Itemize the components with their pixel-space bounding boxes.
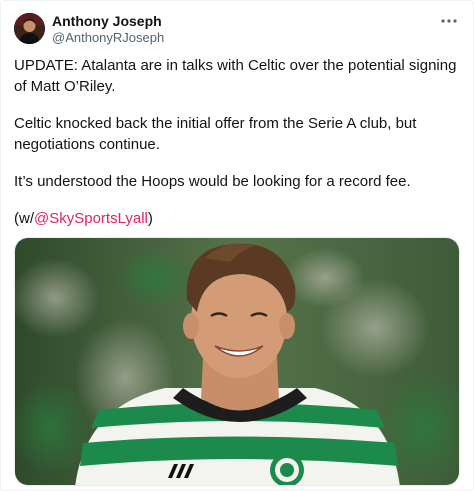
author-avatar[interactable] [14,13,45,44]
mention-link[interactable]: @SkySportsLyall [34,210,148,227]
tweet-text: UPDATE: Atalanta are in talks with Celti… [14,55,459,245]
more-options-icon[interactable] [439,13,459,29]
tweet-paragraph: It’s understood the Hoops would be looki… [14,173,411,190]
tweet-paragraph: Celtic knocked back the initial offer fr… [14,115,417,153]
tweet-card: Anthony Joseph @AnthonyRJoseph UPDATE: A… [0,0,474,491]
credit-suffix: ) [147,210,153,227]
tweet-paragraph: UPDATE: Atalanta are in talks with Celti… [14,57,457,95]
author-name[interactable]: Anthony Joseph [52,13,162,30]
tweet-photo[interactable] [14,237,460,486]
credit-prefix: (w/ [14,210,34,227]
author-handle[interactable]: @AnthonyRJoseph [52,30,164,46]
tweet-credit: (w/@SkySportsLyall) [14,208,459,229]
